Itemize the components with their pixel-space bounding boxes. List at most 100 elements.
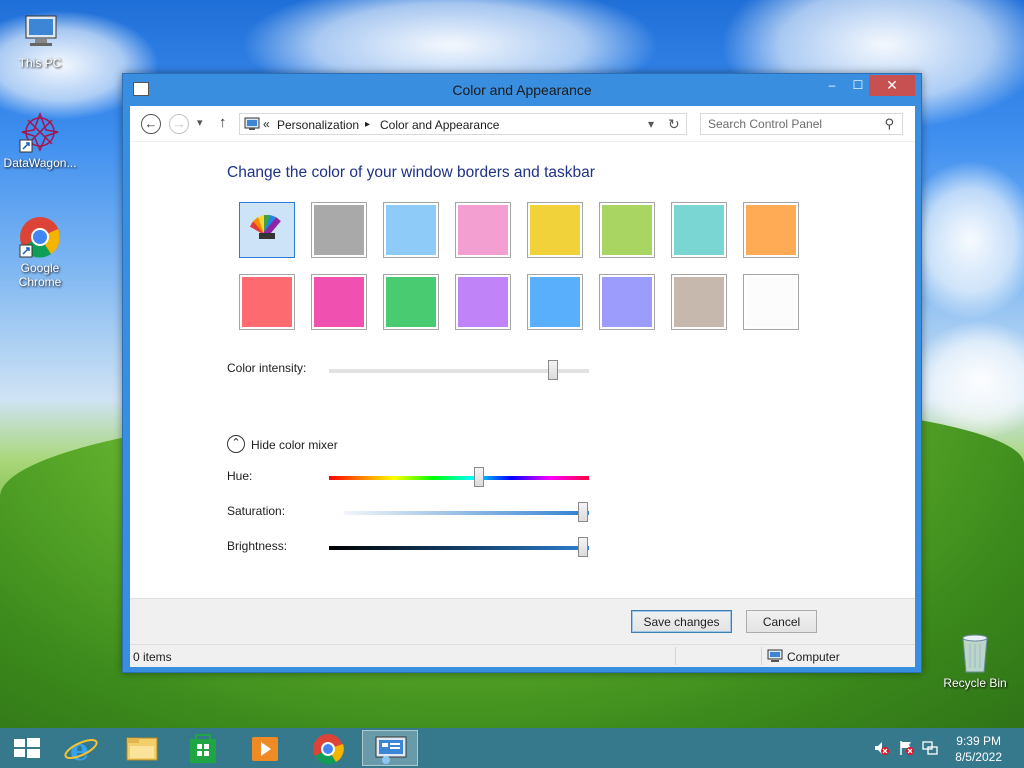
start-button[interactable] [0,730,56,766]
search-box[interactable]: ⚲ [700,113,903,135]
swatch-fill [602,205,652,255]
taskbar-clock[interactable]: 9:39 PM 8/5/2022 [955,733,1002,765]
swatch-fill [314,205,364,255]
recent-locations-button[interactable]: ▾ [197,116,203,129]
color-swatch[interactable] [599,274,655,330]
computer-icon [767,649,783,662]
brightness-track[interactable] [329,546,589,550]
hue-label: Hue: [227,469,253,483]
color-swatch[interactable] [383,202,439,258]
datawagon-logo-icon [18,110,62,154]
color-swatch[interactable] [671,202,727,258]
swatch-fill [530,205,580,255]
status-divider [675,647,676,665]
back-button[interactable]: ← [141,114,161,134]
hue-track[interactable] [329,476,589,480]
recycle-bin-icon [953,630,997,674]
collapse-mixer-icon[interactable]: ⌃ [227,435,245,453]
close-button[interactable]: ✕ [869,75,915,96]
hue-slider-thumb[interactable] [474,467,484,487]
swatch-fill [602,277,652,327]
desktop-icon-label: Recycle Bin [943,676,1007,690]
title-bar[interactable]: Color and Appearance – ☐ ✕ [123,74,921,106]
color-swatch[interactable] [455,274,511,330]
taskbar-file-explorer[interactable] [114,730,170,766]
desktop-icon-datawagon[interactable]: DataWagon... [0,110,80,170]
swatch-fill [458,277,508,327]
swatch-fill [746,205,796,255]
address-bar[interactable]: « Personalization ▸ Color and Appearance… [239,113,687,135]
taskbar-chrome[interactable] [300,730,356,766]
saturation-slider-thumb[interactable] [578,502,588,522]
brightness-label: Brightness: [227,539,288,553]
saturation-track[interactable] [344,511,589,515]
color-swatch[interactable] [239,274,295,330]
svg-text:e: e [70,733,89,766]
color-swatch[interactable] [671,274,727,330]
chrome-icon [313,734,344,765]
address-dropdown-button[interactable]: ▾ [648,117,654,131]
swatch-fill [458,205,508,255]
item-count: 0 items [133,650,172,664]
color-swatch[interactable] [311,202,367,258]
swatch-fill [674,277,724,327]
color-swatch[interactable] [599,202,655,258]
desktop-icon-google-chrome[interactable]: Google Chrome [0,215,80,289]
control-panel-icon [375,736,407,764]
color-swatch[interactable] [383,274,439,330]
taskbar-media-player[interactable] [238,730,294,766]
desktop-icon-label: This PC [18,56,62,70]
tray-volume-muted-icon[interactable] [873,740,889,756]
computer-icon [18,10,62,54]
clock-date: 8/5/2022 [955,750,1002,764]
internet-explorer-icon: e [64,733,98,768]
status-divider [761,647,762,665]
color-swatch[interactable] [311,274,367,330]
taskbar-store[interactable] [176,730,232,766]
save-changes-button[interactable]: Save changes [631,610,732,633]
color-swatch[interactable] [743,202,799,258]
swatch-fill [242,277,292,327]
color-swatch[interactable] [527,274,583,330]
search-icon[interactable]: ⚲ [884,116,894,132]
minimize-button[interactable]: – [819,75,845,96]
taskbar-control-panel[interactable] [362,730,418,766]
brightness-slider-thumb[interactable] [578,537,588,557]
breadcrumb-color-appearance[interactable]: Color and Appearance [380,118,499,132]
breadcrumb-personalization[interactable]: Personalization [277,118,359,132]
up-button[interactable]: ↑ [219,114,227,131]
color-swatch-automatic[interactable] [239,202,295,258]
maximize-button[interactable]: ☐ [845,75,871,96]
desktop-icon-recycle-bin[interactable]: Recycle Bin [935,630,1015,690]
hide-color-mixer-link[interactable]: Hide color mixer [251,438,338,452]
page-heading: Change the color of your window borders … [227,164,595,181]
search-input[interactable] [708,115,878,133]
folder-icon [126,737,158,761]
clock-time: 9:39 PM [956,734,1001,748]
dialog-footer: Save changes Cancel [130,598,915,644]
store-icon [190,734,216,763]
color-swatch[interactable] [455,202,511,258]
desktop-icon-this-pc[interactable]: This PC [0,10,80,70]
window-client-area: ← → ▾ ↑ « Personalization ▸ Color and Ap… [130,106,915,667]
saturation-label: Saturation: [227,504,286,518]
swatch-fill [386,277,436,327]
chrome-icon [18,215,62,259]
breadcrumb-overflow[interactable]: « [263,117,270,131]
media-player-icon [252,737,278,761]
color-swatch[interactable] [743,274,799,330]
refresh-button[interactable]: ↻ [668,116,680,133]
forward-button[interactable]: → [169,114,189,134]
tray-action-center-icon[interactable] [898,740,914,756]
window-title: Color and Appearance [452,82,592,98]
cancel-button[interactable]: Cancel [746,610,817,633]
location-label: Computer [787,650,840,664]
swatch-fill [746,277,796,327]
color-swatch[interactable] [527,202,583,258]
color-intensity-slider-thumb[interactable] [548,360,558,380]
breadcrumb-arrow: ▸ [365,119,371,130]
swatch-fill [386,205,436,255]
tray-network-icon[interactable] [922,740,938,756]
taskbar-internet-explorer[interactable]: e [54,730,110,768]
status-bar: 0 items Computer [130,644,915,667]
